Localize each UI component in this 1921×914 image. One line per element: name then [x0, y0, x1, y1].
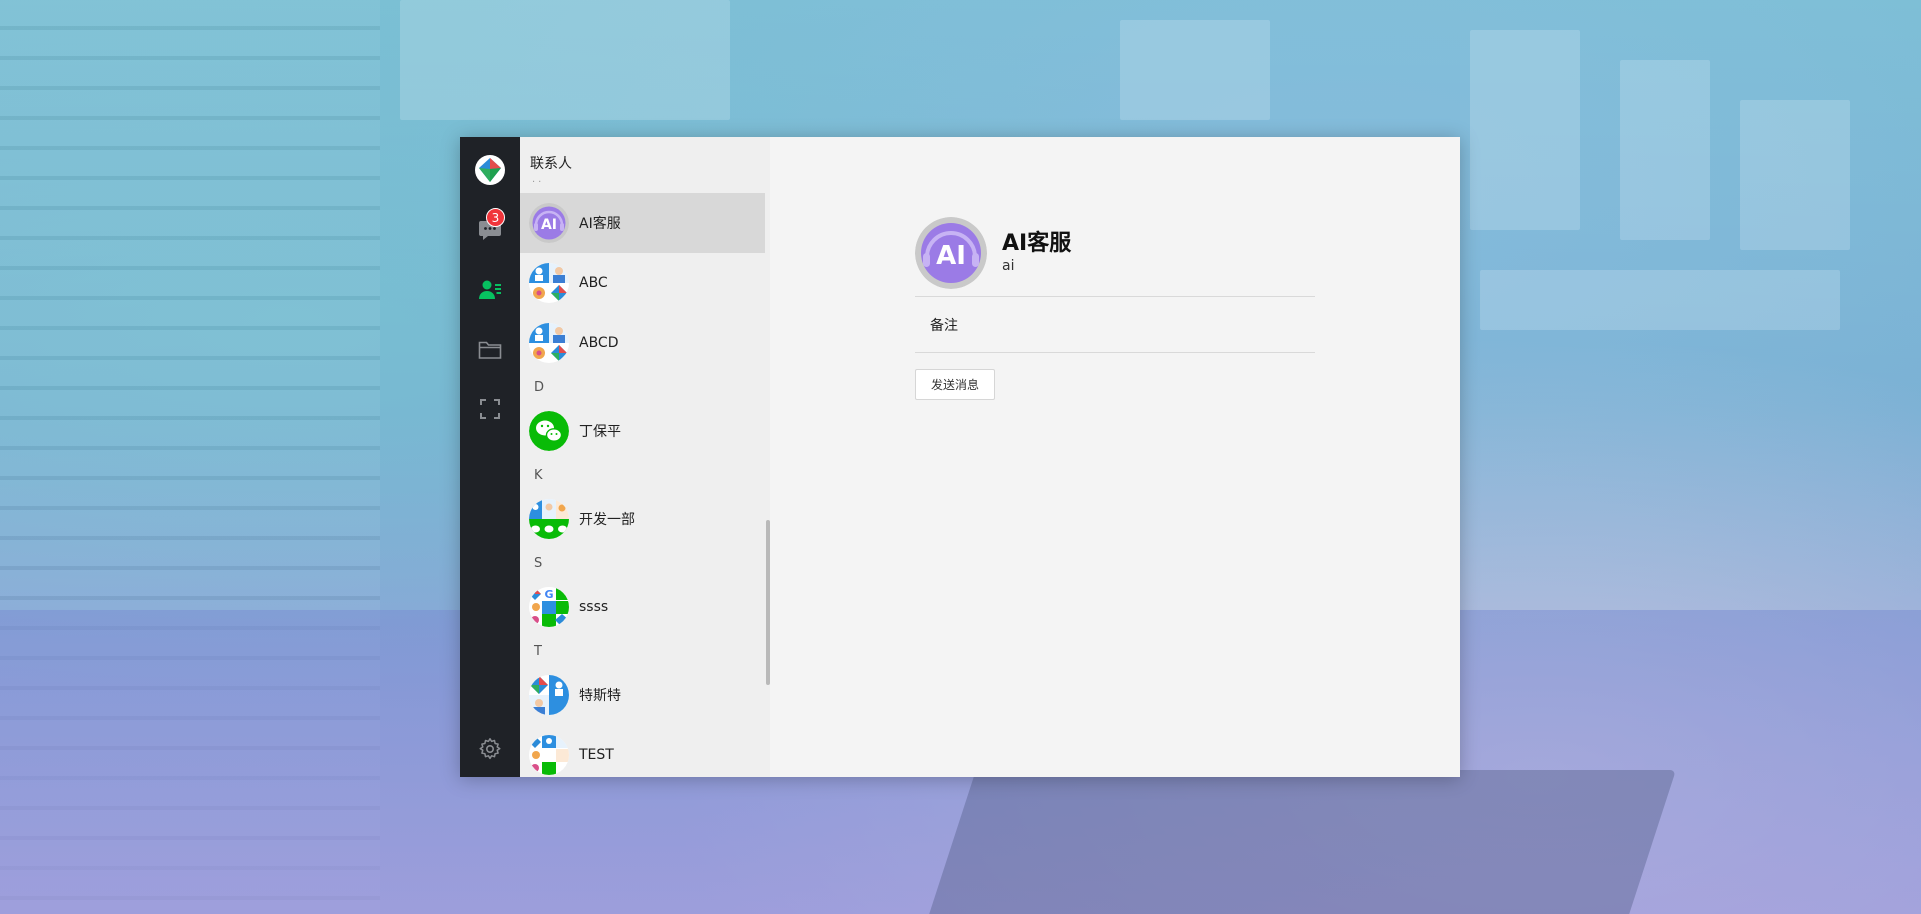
group-letter-s: S — [534, 555, 543, 571]
app-window: 3 联系人 ·· AI AI客服 ABC ABCD D 丁保平 K 开发一部 S… — [460, 137, 1460, 777]
profile-texts: AI客服 ai — [1002, 231, 1071, 275]
contact-list[interactable]: ·· AI AI客服 ABC ABCD D 丁保平 K 开发一部 S G sss… — [520, 177, 765, 777]
nav-chats[interactable]: 3 — [460, 205, 520, 255]
unread-badge: 3 — [486, 208, 505, 227]
group-avatar — [529, 675, 569, 715]
contact-item-abcd[interactable]: ABCD — [520, 313, 765, 373]
contact-detail-panel: AI AI客服 ai 备注 发送消息 — [770, 137, 1460, 777]
app-logo[interactable] — [460, 145, 520, 195]
ai-avatar: AI — [529, 203, 569, 243]
contact-name: ABC — [579, 275, 608, 291]
group-avatar — [529, 263, 569, 303]
contact-name: ssss — [579, 599, 609, 615]
svg-text:AI: AI — [541, 217, 557, 233]
nav-files[interactable] — [460, 325, 520, 375]
group-avatar — [529, 499, 569, 539]
contact-item-ssss[interactable]: G ssss — [520, 577, 765, 637]
group-letter-t: T — [534, 643, 542, 659]
folder-icon — [478, 341, 502, 359]
profile-header: AI AI客服 ai — [915, 217, 1315, 289]
profile-card: AI AI客服 ai 备注 发送消息 — [915, 217, 1315, 400]
profile-avatar: AI — [915, 217, 987, 289]
contacts-icon — [479, 280, 501, 299]
group-avatar — [529, 323, 569, 363]
group-letter-d: D — [534, 379, 545, 395]
contact-name: AI客服 — [579, 216, 621, 232]
contact-item-ai-service[interactable]: AI AI客服 — [520, 193, 765, 253]
gear-icon — [479, 738, 501, 760]
group-letter-k: K — [534, 467, 543, 483]
app-logo-icon — [475, 155, 505, 185]
svg-text:G: G — [544, 588, 553, 601]
nav-sidebar: 3 — [460, 137, 520, 777]
group-avatar — [529, 735, 569, 775]
remark-divider — [915, 352, 1315, 353]
background-shelf — [1480, 270, 1840, 330]
wechat-avatar — [529, 411, 569, 451]
profile-name: AI客服 — [1002, 231, 1072, 256]
contact-list-title: 联系人 — [530, 156, 572, 172]
group-letter-top: ·· — [532, 177, 545, 188]
contact-item-abc[interactable]: ABC — [520, 253, 765, 313]
send-message-button[interactable]: 发送消息 — [915, 369, 995, 400]
contact-name: 开发一部 — [579, 512, 635, 528]
fullscreen-icon — [480, 399, 500, 419]
contact-item-test[interactable]: TEST — [520, 725, 765, 777]
contact-name: 特斯特 — [579, 688, 621, 704]
svg-text:AI: AI — [936, 241, 966, 271]
contact-name: TEST — [579, 747, 614, 763]
remark-row[interactable]: 备注 — [915, 297, 1315, 352]
nav-fullscreen[interactable] — [460, 384, 520, 434]
contact-list-panel: 联系人 ·· AI AI客服 ABC ABCD D 丁保平 K 开发一部 S G… — [520, 137, 770, 777]
contact-item-dev-dept[interactable]: 开发一部 — [520, 489, 765, 549]
background-shelf — [1740, 100, 1850, 250]
group-avatar: G — [529, 587, 569, 627]
nav-contacts[interactable] — [460, 265, 520, 315]
contact-name: ABCD — [579, 335, 619, 351]
background-shelf — [1120, 20, 1270, 120]
background-shelf — [1620, 60, 1710, 240]
background-shelf — [1470, 30, 1580, 230]
contact-name: 丁保平 — [579, 424, 621, 440]
nav-settings[interactable] — [460, 724, 520, 774]
profile-account: ai — [1002, 258, 1015, 274]
remark-label: 备注 — [930, 317, 958, 334]
background-laptop — [924, 770, 1676, 914]
contact-item-tesite[interactable]: 特斯特 — [520, 665, 765, 725]
background-shelf — [400, 0, 730, 120]
contact-item-ding-baoping[interactable]: 丁保平 — [520, 401, 765, 461]
